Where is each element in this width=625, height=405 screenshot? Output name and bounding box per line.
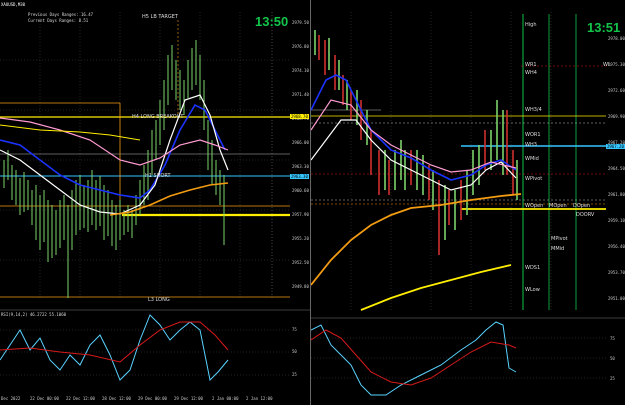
label-wlow: WLow	[525, 287, 540, 293]
label-wpivot: WPivot	[525, 176, 543, 182]
price-tick: 2969.90	[608, 114, 625, 119]
price-tick: 2955.20	[292, 236, 309, 241]
price-tick: 2959.10	[608, 218, 625, 223]
price-tick: 2979.50	[292, 20, 309, 25]
price-tick: 2957.90	[292, 212, 309, 217]
label-h5-lb-target: H5 LB TARGET	[142, 14, 178, 20]
indicator-tick: 75	[292, 327, 297, 332]
label-high: High	[525, 22, 537, 28]
label-wds1: WDS1	[525, 265, 541, 271]
indicator-tick: 25	[292, 372, 297, 377]
info-line-1: Previous Days Ranges: 16.47	[28, 12, 94, 17]
left-chart-window[interactable]: XAUUSD,M30 Previous Days Ranges: 16.47 C…	[0, 0, 311, 405]
indicator-tick: 75	[610, 336, 615, 341]
time-tick: 28 Dec 12:00	[102, 396, 131, 401]
price-tick: 2956.40	[608, 244, 625, 249]
label-wh4: WH4	[525, 70, 537, 76]
indicator-caption: RSI(9,14,2) 46.2722 55.1060	[1, 312, 67, 317]
label-wr1: WR1	[525, 62, 537, 68]
label-wh3-4: WH3/4	[525, 107, 542, 113]
time-tick: 29 Dec 12:00	[174, 396, 203, 401]
price-tick: 2952.50	[292, 260, 309, 265]
label-l3-long: L3 LONG	[148, 297, 170, 303]
cyan-price-tag: 2967.20	[606, 144, 625, 149]
left-chart-canvas	[0, 12, 310, 382]
label-h1-short: H1 SHORT	[145, 173, 171, 179]
label-wmid: WMid	[525, 156, 539, 162]
price-tick: 2972.60	[608, 88, 625, 93]
price-tick: 2951.00	[608, 296, 625, 301]
symbol-label: XAUUSD,M30	[1, 2, 26, 7]
label-doorv: DOORV	[576, 212, 595, 218]
time-tick: Dec 2022	[1, 396, 21, 401]
price-tick: 2949.80	[292, 284, 309, 289]
label-wopen: WOpen	[525, 203, 544, 209]
time-tick: 2 Jan 12:00	[246, 396, 273, 401]
indicator-tick: 25	[610, 376, 615, 381]
price-tick: 2975.30	[608, 62, 625, 67]
label-mopen: MOpen	[549, 203, 567, 209]
label-dopen: DOpen	[573, 203, 591, 209]
price-tick: 2953.70	[608, 270, 625, 275]
time-tick: 22 Dec 00:00	[30, 396, 59, 401]
left-clock: 13:50	[255, 14, 289, 29]
indicator-tick: 50	[610, 356, 615, 361]
label-wh3: WH3	[525, 142, 537, 148]
label-mmid: MMid	[551, 246, 565, 252]
label-h4-long-breakout: H4 LONG BREAKOUT	[132, 114, 184, 120]
price-tick: 2966.00	[292, 140, 309, 145]
info-line-2: Current Days Ranges: 8.51	[28, 18, 89, 23]
price-tick: 2976.80	[292, 44, 309, 49]
cyan-price-tag: 2963.30	[290, 174, 309, 179]
time-tick: 29 Dec 00:00	[138, 396, 167, 401]
price-tick: 2961.80	[608, 192, 625, 197]
price-tick: 2974.10	[292, 68, 309, 73]
label-mpivot: MPivot	[551, 236, 568, 242]
price-tick: 2960.60	[292, 188, 309, 193]
price-tick: 2978.00	[608, 36, 625, 41]
yellow-price-tag: 2968.70	[290, 114, 309, 119]
time-tick: 22 Dec 12:00	[66, 396, 95, 401]
price-tick: 2964.50	[608, 166, 625, 171]
right-chart-window[interactable]: 13:51 High WR1 WH4 WH3/4 WOR1 WH3 WMid W…	[311, 0, 625, 405]
time-tick: 2 Jan 00:00	[212, 396, 239, 401]
indicator-tick: 50	[292, 349, 297, 354]
price-tick: 2971.40	[292, 92, 309, 97]
price-tick: 2963.30	[292, 164, 309, 169]
label-wor1: WOR1	[525, 132, 541, 138]
right-clock: 13:51	[587, 20, 621, 35]
